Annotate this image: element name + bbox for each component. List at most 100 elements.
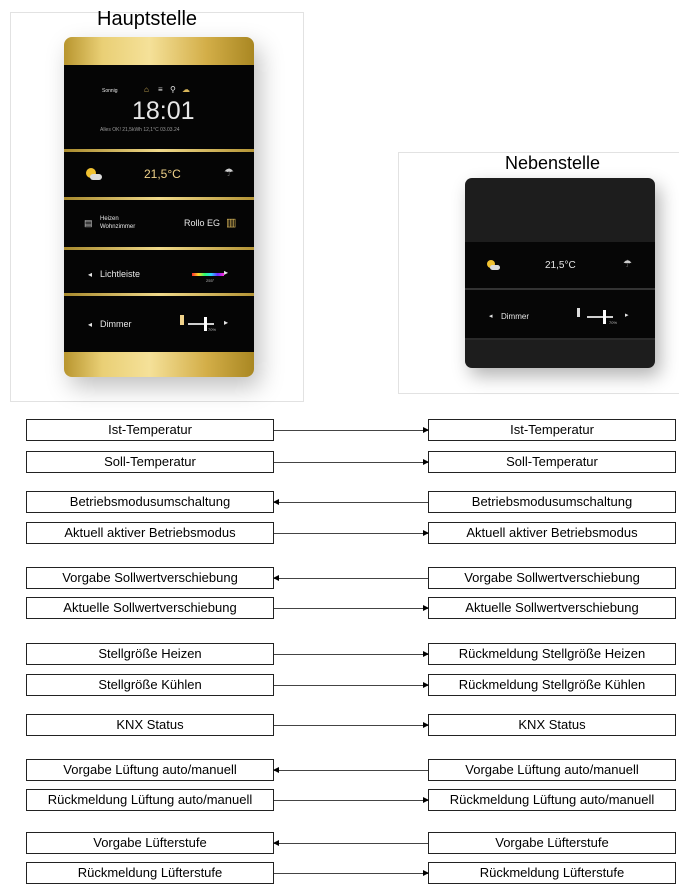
menu-icon: ≡ (158, 85, 163, 94)
arrow-right-icon (423, 605, 429, 611)
divider-4 (64, 293, 254, 296)
right-signal-box: Aktuell aktiver Betriebsmodus (428, 522, 676, 544)
second-device-display: 21,5°C ☂ ◂ Dimmer 70% ▸ (465, 242, 655, 338)
right-signal-box: Vorgabe Lüftung auto/manuell (428, 759, 676, 781)
arrow-right-icon (423, 870, 429, 876)
arrow-right-icon (423, 682, 429, 688)
divider-3 (64, 247, 254, 250)
connector-line (274, 459, 429, 465)
second-dimmer-bulb-icon (577, 308, 580, 317)
arrow-left-icon (273, 767, 279, 773)
connector-line (274, 605, 429, 611)
dimmer-right-arrow[interactable]: ▸ (224, 318, 228, 327)
connector-line (274, 797, 429, 803)
blind-icon: ▥ (226, 217, 237, 229)
dimmer-value: 70% (208, 327, 217, 332)
light-label: Lichtleiste (100, 269, 141, 279)
main-station-title: Hauptstelle (97, 8, 198, 30)
left-signal-box: Vorgabe Lüfterstufe (26, 832, 274, 854)
left-signal-box: Stellgröße Kühlen (26, 674, 274, 696)
left-signal-box: Vorgabe Sollwertverschiebung (26, 567, 274, 589)
room-label[interactable]: Wohnzimmer (100, 224, 135, 230)
arrow-right-icon (423, 722, 429, 728)
weather-alert-icon: ☂ (224, 167, 234, 179)
left-signal-box: Betriebsmodusumschaltung (26, 491, 274, 513)
left-signal-box: KNX Status (26, 714, 274, 736)
second-divider-bottom (465, 338, 655, 340)
light-right-arrow[interactable]: ▸ (224, 268, 228, 277)
second-dimmer-label: Dimmer (501, 312, 529, 321)
weather-small-icon: ☁ (182, 85, 190, 94)
arrow-left-icon (273, 499, 279, 505)
right-signal-box: Vorgabe Sollwertverschiebung (428, 567, 676, 589)
connector-line (274, 870, 429, 876)
clock-time: 18:01 (132, 97, 195, 125)
right-signal-box: Ist-Temperatur (428, 419, 676, 441)
left-signal-box: Aktuelle Sollwertverschiebung (26, 597, 274, 619)
connector-line (274, 722, 429, 728)
dimmer-slider[interactable] (188, 323, 214, 325)
second-dimmer-left-arrow[interactable]: ◂ (489, 312, 493, 320)
arrow-right-icon (423, 459, 429, 465)
right-signal-box: Rückmeldung Stellgröße Heizen (428, 643, 676, 665)
left-signal-box: Soll-Temperatur (26, 451, 274, 473)
second-cloud-icon (490, 265, 500, 270)
cloud-icon (90, 174, 102, 180)
connector-line (273, 767, 428, 773)
arrow-left-icon (273, 840, 279, 846)
second-device: 21,5°C ☂ ◂ Dimmer 70% ▸ (465, 178, 655, 368)
connector-line (274, 530, 429, 536)
connector-line (274, 682, 429, 688)
heat-label[interactable]: Heizen (100, 216, 119, 222)
blind-label[interactable]: Rollo EG (184, 218, 220, 228)
right-signal-box: Rückmeldung Lüfterstufe (428, 862, 676, 884)
connector-line (274, 651, 429, 657)
second-station-title: Nebenstelle (505, 153, 601, 173)
connector-line (273, 840, 428, 846)
light-left-arrow[interactable]: ◂ (88, 270, 92, 279)
color-slider[interactable] (192, 273, 224, 276)
second-divider-mid (465, 288, 655, 290)
weather-label: Sonnig (102, 88, 118, 94)
second-weather-alert-icon: ☂ (623, 259, 632, 270)
dimmer-label: Dimmer (100, 319, 132, 329)
connector-line (274, 427, 429, 433)
divider-2 (64, 197, 254, 200)
divider-1 (64, 149, 254, 152)
right-signal-box: KNX Status (428, 714, 676, 736)
radiator-icon: ▤ (84, 218, 93, 228)
plug-icon: ⚲ (170, 85, 176, 94)
arrow-right-icon (423, 651, 429, 657)
right-signal-box: Aktuelle Sollwertverschiebung (428, 597, 676, 619)
light-value: 255° (206, 278, 215, 283)
arrow-right-icon (423, 427, 429, 433)
main-device: Sonnig ⌂ ≡ ⚲ ☁ 18:01 Alles OK! 21,5kWh 1… (64, 37, 254, 377)
second-dimmer-slider-knob[interactable] (603, 310, 606, 324)
left-signal-box: Aktuell aktiver Betriebsmodus (26, 522, 274, 544)
left-signal-box: Vorgabe Lüftung auto/manuell (26, 759, 274, 781)
main-device-display: Sonnig ⌂ ≡ ⚲ ☁ 18:01 Alles OK! 21,5kWh 1… (64, 65, 254, 352)
main-temperature: 21,5°C (144, 167, 181, 181)
right-signal-box: Rückmeldung Lüftung auto/manuell (428, 789, 676, 811)
house-icon: ⌂ (144, 85, 149, 94)
right-signal-box: Vorgabe Lüfterstufe (428, 832, 676, 854)
second-temperature: 21,5°C (545, 260, 576, 271)
right-signal-box: Betriebsmodusumschaltung (428, 491, 676, 513)
status-line: Alles OK! 21,5kWh 12,1°C 03.03.24 (100, 127, 180, 133)
dimmer-left-arrow[interactable]: ◂ (88, 320, 92, 329)
arrow-right-icon (423, 797, 429, 803)
second-dimmer-value: 70% (609, 320, 618, 325)
connector-line (273, 575, 428, 581)
dimmer-bulb-icon (180, 315, 184, 325)
arrow-right-icon (423, 530, 429, 536)
arrow-left-icon (273, 575, 279, 581)
right-signal-box: Rückmeldung Stellgröße Kühlen (428, 674, 676, 696)
left-signal-box: Rückmeldung Lüftung auto/manuell (26, 789, 274, 811)
dimmer-slider-knob[interactable] (204, 317, 207, 331)
left-signal-box: Stellgröße Heizen (26, 643, 274, 665)
left-signal-box: Ist-Temperatur (26, 419, 274, 441)
second-dimmer-right-arrow[interactable]: ▸ (625, 311, 629, 319)
left-signal-box: Rückmeldung Lüfterstufe (26, 862, 274, 884)
second-dimmer-slider[interactable] (587, 316, 613, 318)
right-signal-box: Soll-Temperatur (428, 451, 676, 473)
